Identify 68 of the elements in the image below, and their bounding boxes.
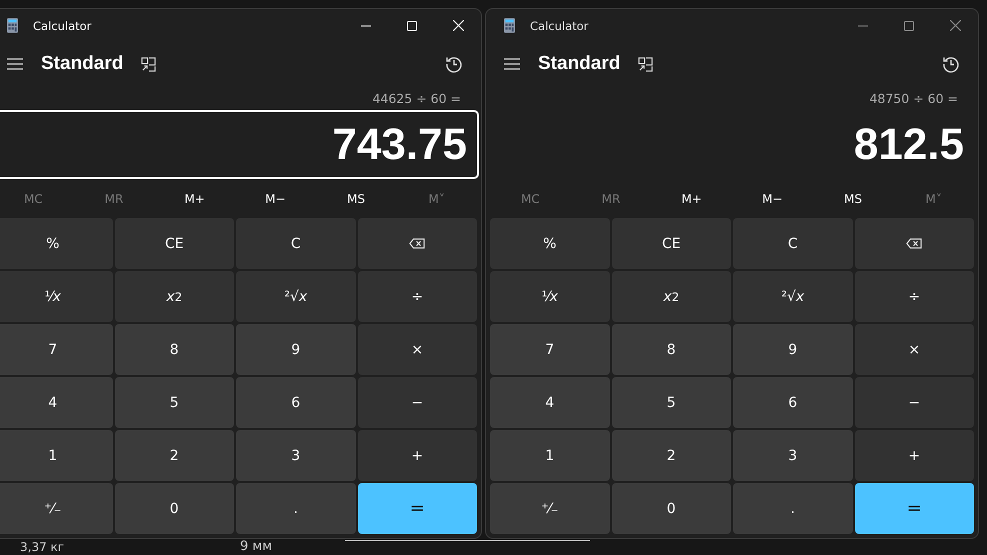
key-button[interactable]: ⁺⁄₋	[0, 483, 112, 534]
key-button[interactable]: ¹⁄x	[0, 271, 112, 322]
key-button[interactable]: 5	[612, 377, 731, 428]
key-button[interactable]: 5	[114, 377, 234, 428]
backspace-icon	[906, 238, 922, 249]
key-button[interactable]: ¹⁄x	[490, 271, 610, 322]
close-icon	[950, 20, 960, 32]
key-button[interactable]: 3	[236, 430, 356, 481]
key-button[interactable]: 4	[490, 377, 610, 428]
key-button[interactable]: .	[733, 483, 852, 534]
result-display[interactable]: 743.75	[0, 110, 479, 180]
window-title: Calculator	[530, 18, 588, 33]
key-button[interactable]: 8	[114, 324, 234, 375]
key-button[interactable]: ²√x	[236, 271, 356, 322]
key-button[interactable]: 8	[612, 324, 731, 375]
key-button[interactable]: 7	[0, 324, 112, 375]
backspace-icon	[409, 238, 426, 249]
key-button[interactable]: 7	[490, 324, 610, 375]
mode-title: Standard	[41, 53, 124, 76]
memory-button[interactable]: M+	[651, 181, 732, 217]
key-button[interactable]: −	[358, 377, 477, 428]
key-button[interactable]: 0	[114, 483, 234, 534]
key-button[interactable]: 4	[0, 377, 112, 428]
key-button[interactable]: 1	[0, 430, 112, 481]
memory-button[interactable]: M+	[154, 181, 235, 217]
key-button[interactable]: 9	[733, 324, 852, 375]
key-button[interactable]: ÷	[854, 271, 974, 322]
key-button[interactable]: CE	[612, 218, 731, 269]
window-title: Calculator	[33, 18, 92, 33]
expression-text: 48750 ÷ 60 =	[869, 90, 958, 106]
key-button[interactable]: ⁺⁄₋	[490, 483, 610, 534]
memory-button[interactable]: M−	[732, 181, 813, 217]
calculator-icon	[7, 18, 18, 34]
equals-button[interactable]: =	[854, 483, 974, 534]
key-button[interactable]: ÷	[358, 271, 477, 322]
key-button[interactable]: CE	[114, 218, 234, 269]
background-text: 3,37 кг	[20, 540, 64, 554]
key-button[interactable]: 3	[733, 430, 852, 481]
key-button[interactable]: +	[854, 430, 974, 481]
close-icon	[452, 20, 464, 32]
key-button[interactable]: ×	[358, 324, 477, 375]
key-button[interactable]: C	[236, 218, 356, 269]
mode-title: Standard	[538, 53, 620, 76]
key-button[interactable]: +	[358, 430, 477, 481]
memory-button[interactable]: M−	[234, 181, 316, 217]
key-button[interactable]: 2	[114, 430, 234, 481]
key-button[interactable]: .	[236, 483, 356, 534]
calculator-icon	[504, 18, 515, 34]
key-button[interactable]: C	[733, 218, 852, 269]
equals-button[interactable]: =	[358, 483, 477, 534]
key-button[interactable]: %	[490, 218, 610, 269]
key-button[interactable]: %	[0, 218, 112, 269]
key-button[interactable]: ²√x	[733, 271, 852, 322]
background-text: 9 мм	[240, 539, 272, 554]
maximize-icon	[407, 20, 417, 31]
key-button[interactable]: 6	[236, 377, 356, 428]
key-button[interactable]: ×	[854, 324, 974, 375]
result-display[interactable]: 812.5	[488, 110, 976, 180]
key-button[interactable]: 2	[612, 430, 731, 481]
memory-button[interactable]: MS	[316, 181, 396, 217]
expression-text: 44625 ÷ 60 =	[372, 90, 461, 106]
key-button[interactable]: 1	[490, 430, 610, 481]
maximize-icon	[904, 20, 914, 31]
memory-button[interactable]: MS	[812, 181, 894, 217]
key-button[interactable]: 9	[236, 324, 356, 375]
key-button[interactable]: −	[854, 377, 974, 428]
key-button[interactable]: 6	[733, 377, 852, 428]
key-button[interactable]: 0	[612, 483, 731, 534]
